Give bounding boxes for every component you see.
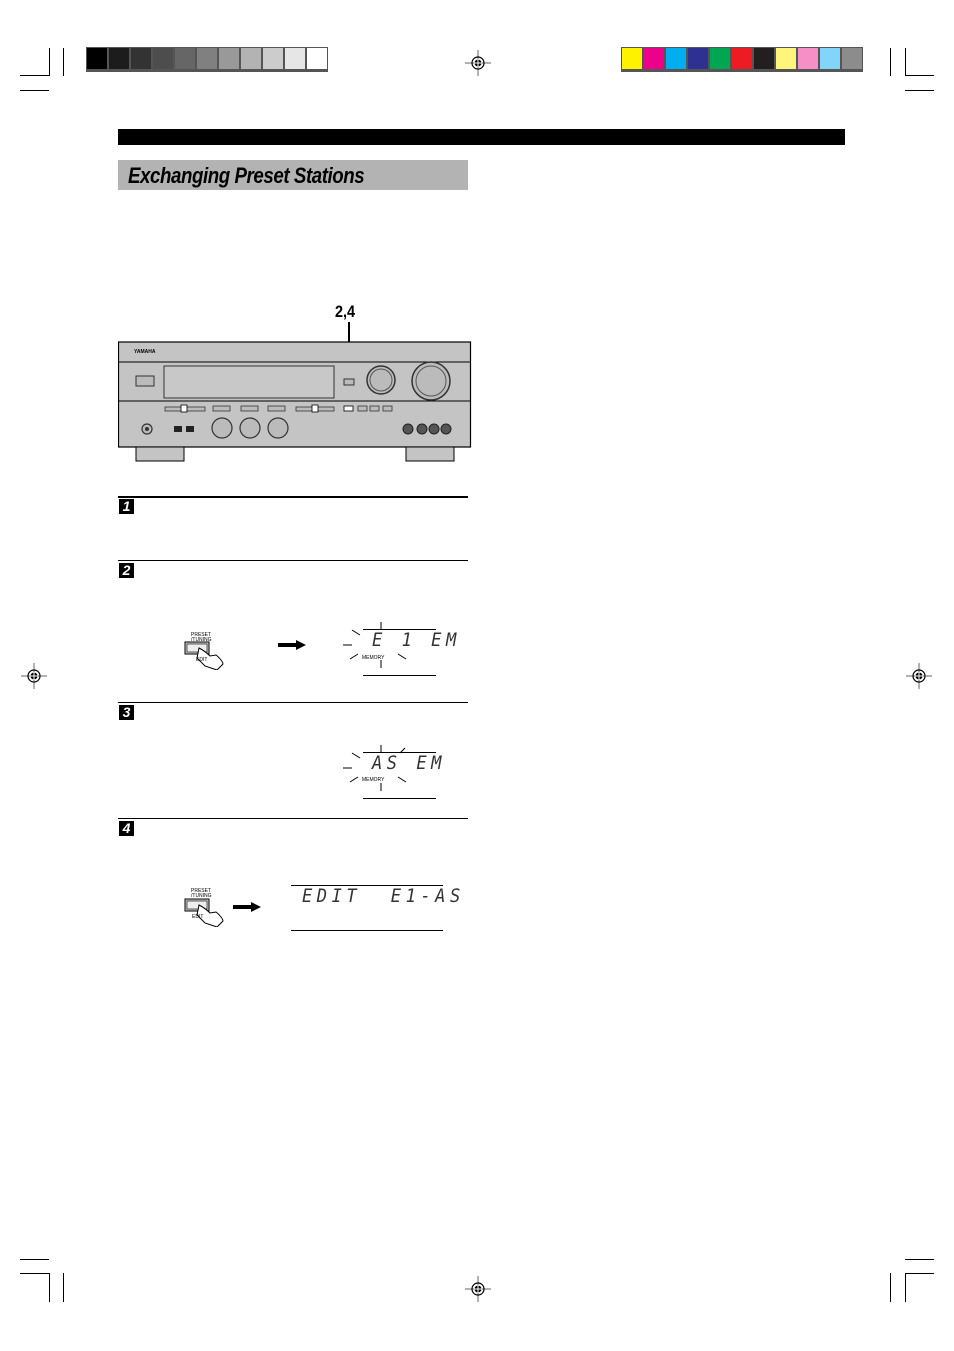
- display-bottom-rule: [291, 930, 443, 931]
- color-swatch: [175, 48, 195, 69]
- color-swatch: [798, 48, 818, 69]
- crop-mark: [905, 1259, 934, 1260]
- crop-mark: [20, 1259, 49, 1260]
- color-swatch: [622, 48, 642, 69]
- crop-mark: [20, 90, 49, 91]
- crop-mark: [890, 1273, 891, 1302]
- step-divider: [118, 496, 468, 498]
- color-swatch: [666, 48, 686, 69]
- color-swatch: [263, 48, 283, 69]
- color-swatch: [153, 48, 173, 69]
- brand-logo: YAMAHA: [134, 349, 156, 355]
- preset-tuning-button-press: [184, 898, 224, 927]
- color-swatch: [241, 48, 261, 69]
- crop-mark: [890, 48, 891, 76]
- preset-tuning-button-press: [184, 641, 224, 670]
- step-number: 4: [119, 821, 134, 836]
- registration-mark-icon: [21, 663, 47, 689]
- crop-mark: [905, 75, 934, 76]
- color-swatch: [842, 48, 862, 69]
- step-divider: [118, 818, 468, 819]
- step-divider: [118, 702, 468, 703]
- crop-mark: [905, 1273, 906, 1302]
- blinking-indicator-icon: [343, 745, 407, 791]
- button-label-bottom: EDIT: [192, 914, 204, 920]
- crop-mark: [905, 48, 906, 76]
- step-callout-label: 2,4: [335, 302, 356, 321]
- color-swatch: [87, 48, 107, 69]
- step-number: 2: [119, 563, 134, 578]
- step-2: 2: [118, 560, 468, 680]
- registration-mark-icon: [906, 663, 932, 689]
- crop-mark: [20, 1273, 49, 1274]
- color-swatch: [219, 48, 239, 69]
- arrow-right-icon: [233, 902, 261, 912]
- color-swatch: [644, 48, 664, 69]
- registration-mark-icon: [465, 50, 491, 76]
- receiver-front-panel: YAMAHA: [118, 341, 472, 462]
- crop-mark: [20, 75, 49, 76]
- color-swatch: [732, 48, 752, 69]
- color-swatch: [307, 48, 327, 69]
- color-swatch: [285, 48, 305, 69]
- color-swatch: [820, 48, 840, 69]
- section-header-bar: [118, 129, 845, 145]
- lcd-display-text: EDIT E1-AS: [302, 885, 465, 907]
- crop-mark: [49, 1273, 50, 1302]
- color-swatch: [776, 48, 796, 69]
- color-swatch: [754, 48, 774, 69]
- crop-mark: [49, 48, 50, 76]
- step-number: 1: [119, 499, 134, 514]
- step-number: 3: [119, 705, 134, 720]
- color-swatch: [131, 48, 151, 69]
- section-title: Exchanging Preset Stations: [128, 163, 365, 188]
- grayscale-color-bar: [86, 47, 328, 72]
- process-color-bar: [621, 47, 863, 72]
- crop-mark: [905, 90, 934, 91]
- section-title-box: Exchanging Preset Stations: [118, 160, 468, 190]
- crop-mark: [905, 1273, 934, 1274]
- color-swatch: [109, 48, 129, 69]
- registration-mark-icon: [465, 1276, 491, 1302]
- blinking-indicator-icon: [343, 622, 407, 668]
- color-swatch: [710, 48, 730, 69]
- color-swatch: [688, 48, 708, 69]
- arrow-right-icon: [278, 640, 306, 650]
- button-label-bottom: EDIT: [196, 657, 208, 663]
- display-bottom-rule: [363, 675, 436, 676]
- color-swatch: [197, 48, 217, 69]
- step-divider: [118, 560, 468, 561]
- crop-mark: [63, 48, 64, 76]
- crop-mark: [63, 1273, 64, 1302]
- display-bottom-rule: [363, 798, 436, 799]
